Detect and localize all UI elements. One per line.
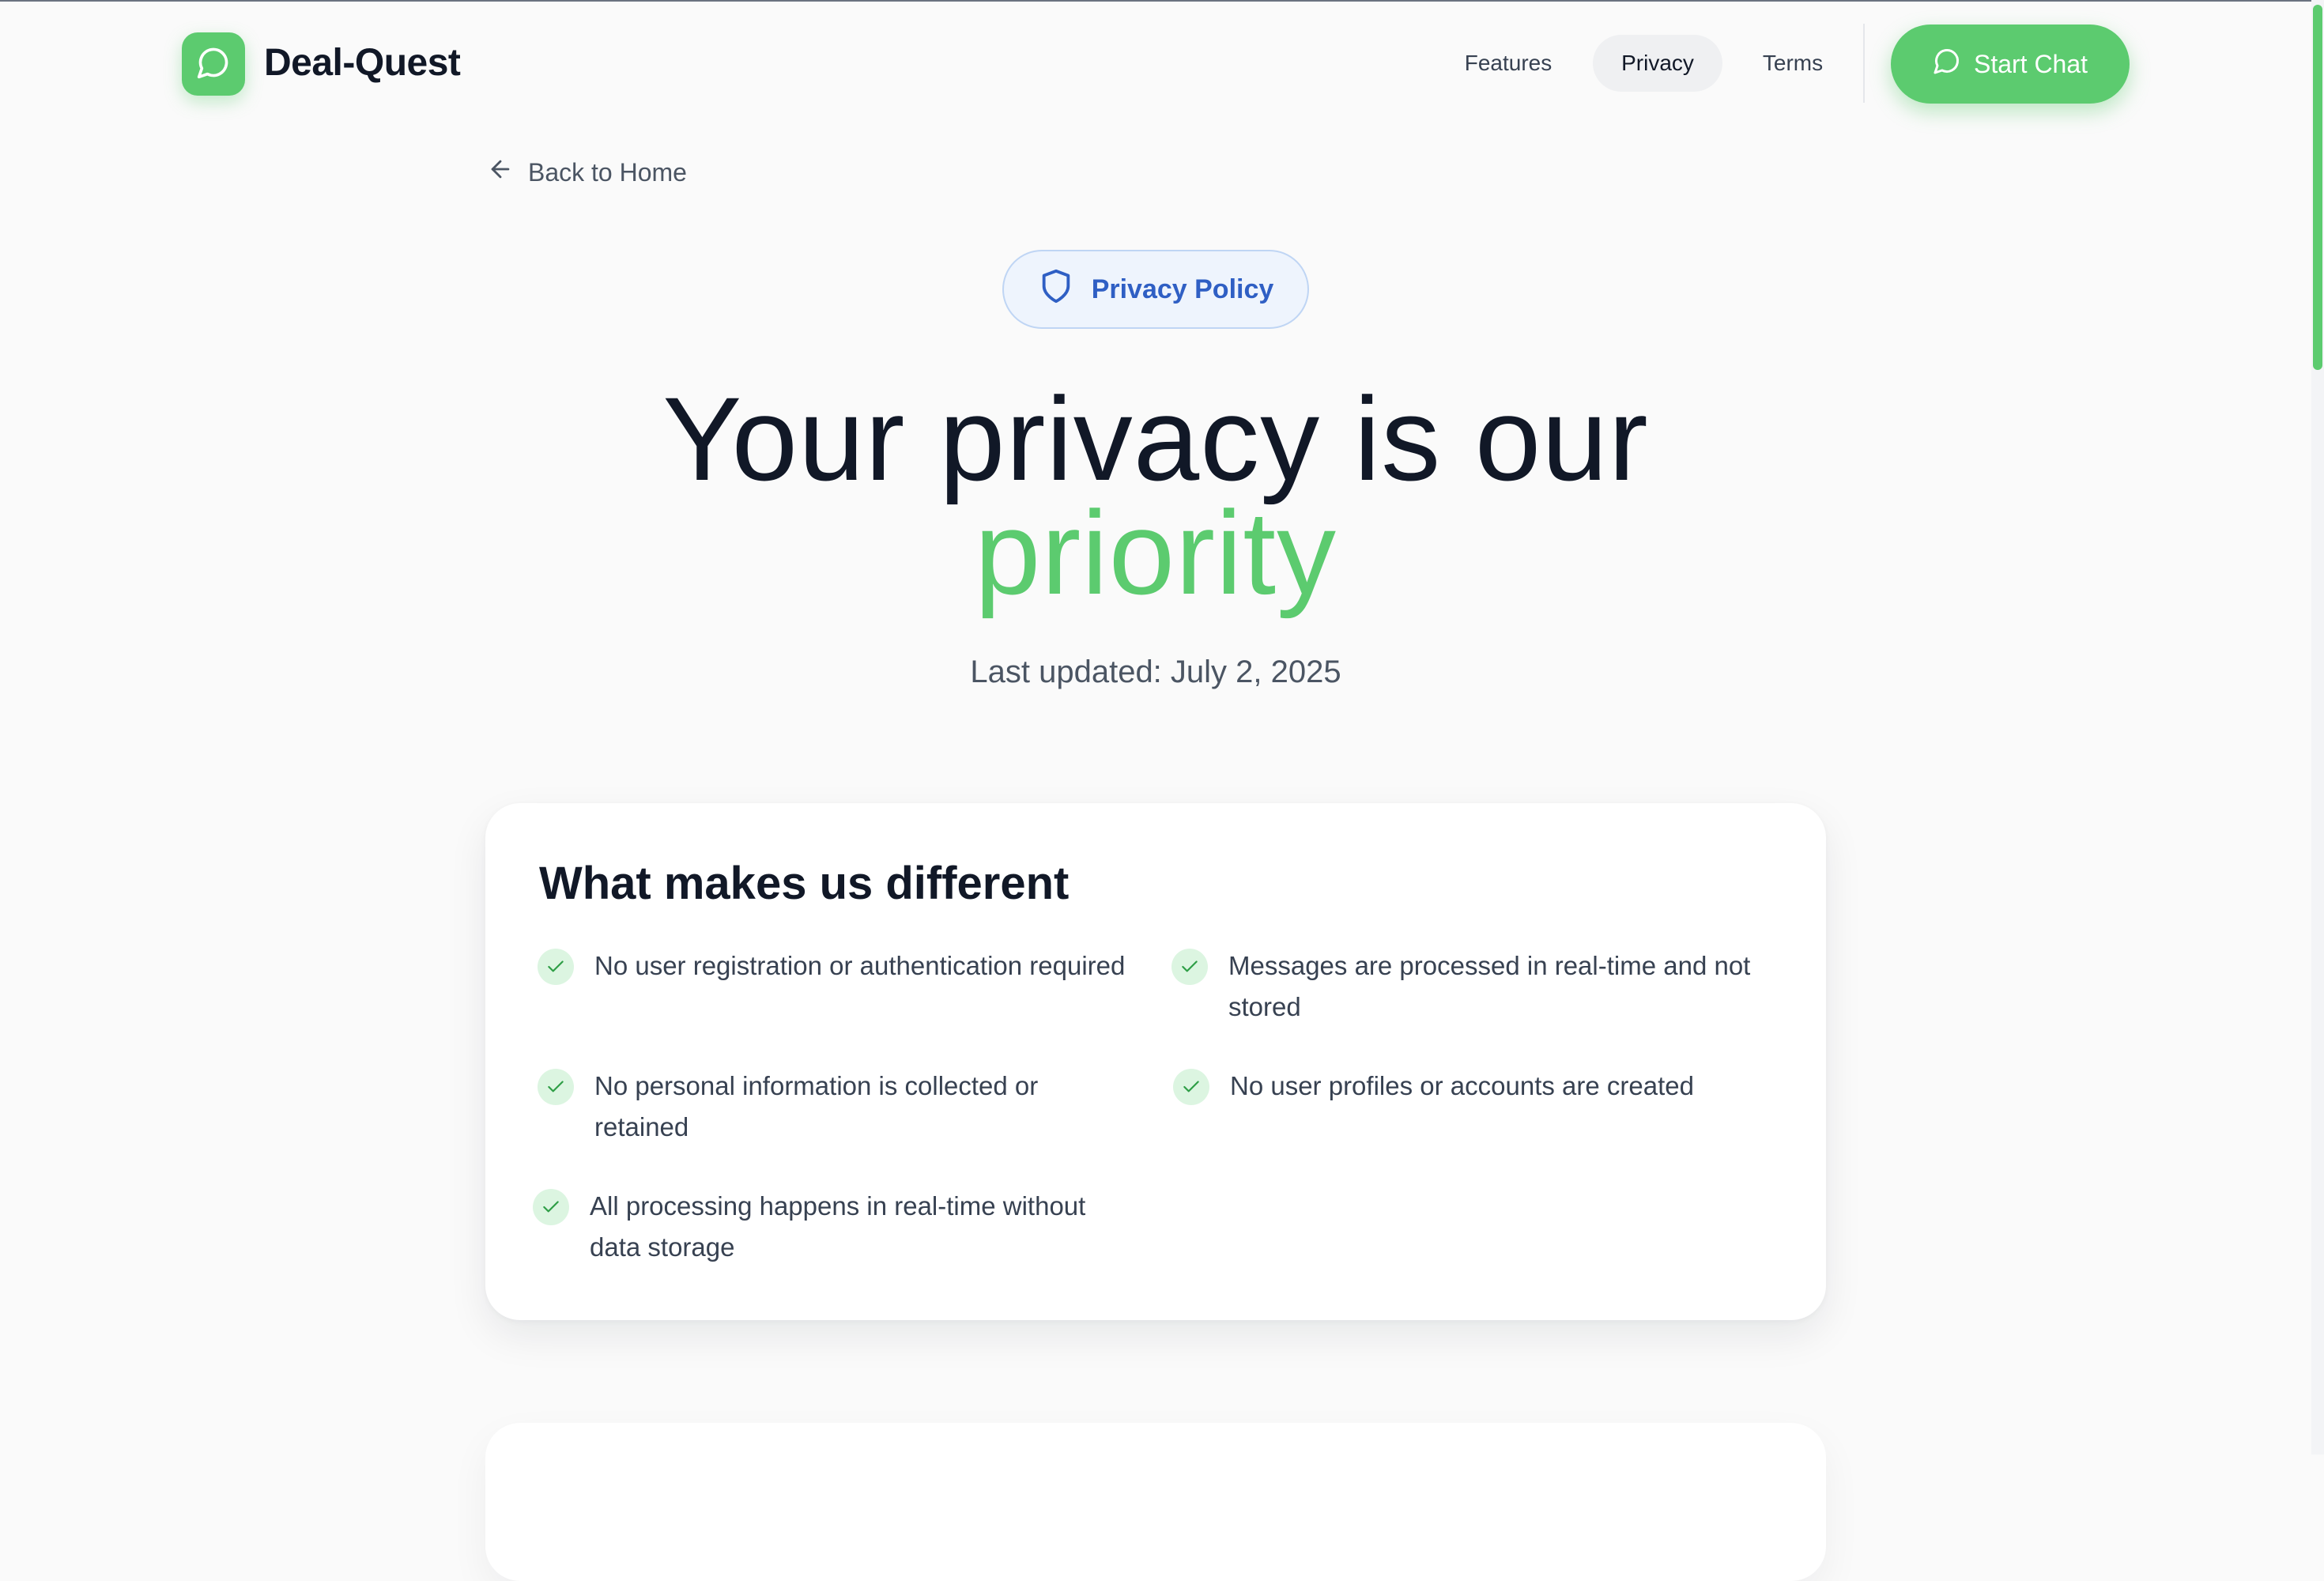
start-chat-label: Start Chat <box>1973 49 2088 78</box>
back-to-home-label: Back to Home <box>528 157 687 187</box>
last-updated: Last updated: July 2, 2025 <box>970 655 1341 689</box>
feature-text: No user registration or authentication r… <box>594 951 1126 980</box>
arrow-left-icon <box>487 156 514 189</box>
check-icon <box>1173 1069 1209 1105</box>
back-to-home-link[interactable]: Back to Home <box>487 153 687 191</box>
chat-bubble-icon <box>196 45 231 84</box>
chat-bubble-icon <box>1933 47 1961 81</box>
check-icon <box>538 949 574 985</box>
features-card: What makes us different No user registra… <box>485 803 1826 1320</box>
nav-terms[interactable]: Terms <box>1739 35 1847 92</box>
logo[interactable] <box>182 32 245 96</box>
privacy-policy-badge: Privacy Policy <box>1002 250 1309 329</box>
nav-divider <box>1863 24 1865 103</box>
nav-features[interactable]: Features <box>1440 35 1576 92</box>
check-icon <box>538 1069 574 1105</box>
hero-line-2-highlight: priority <box>974 486 1337 619</box>
badge-label: Privacy Policy <box>1091 274 1274 304</box>
feature-text: No user profiles or accounts are created <box>1230 1071 1694 1100</box>
feature-text: No personal information is collected or … <box>594 1071 1039 1141</box>
start-chat-button[interactable]: Start Chat <box>1891 25 2130 104</box>
shield-icon <box>1038 268 1074 311</box>
feature-text: Messages are processed in real-time and … <box>1228 951 1751 1021</box>
site-header: Deal-Quest Features Privacy Terms Start … <box>0 2 2311 124</box>
feature-text: All processing happens in real-time with… <box>590 1191 1086 1262</box>
nav-privacy[interactable]: Privacy <box>1593 35 1722 92</box>
check-icon <box>533 1189 569 1225</box>
brand-name[interactable]: Deal-Quest <box>264 36 461 90</box>
card-title: What makes us different <box>539 858 1070 909</box>
check-icon <box>1171 949 1208 985</box>
next-section-card <box>485 1423 1826 1581</box>
scrollbar-thumb[interactable] <box>2313 5 2322 370</box>
page-scrollbar[interactable] <box>2311 0 2324 1455</box>
